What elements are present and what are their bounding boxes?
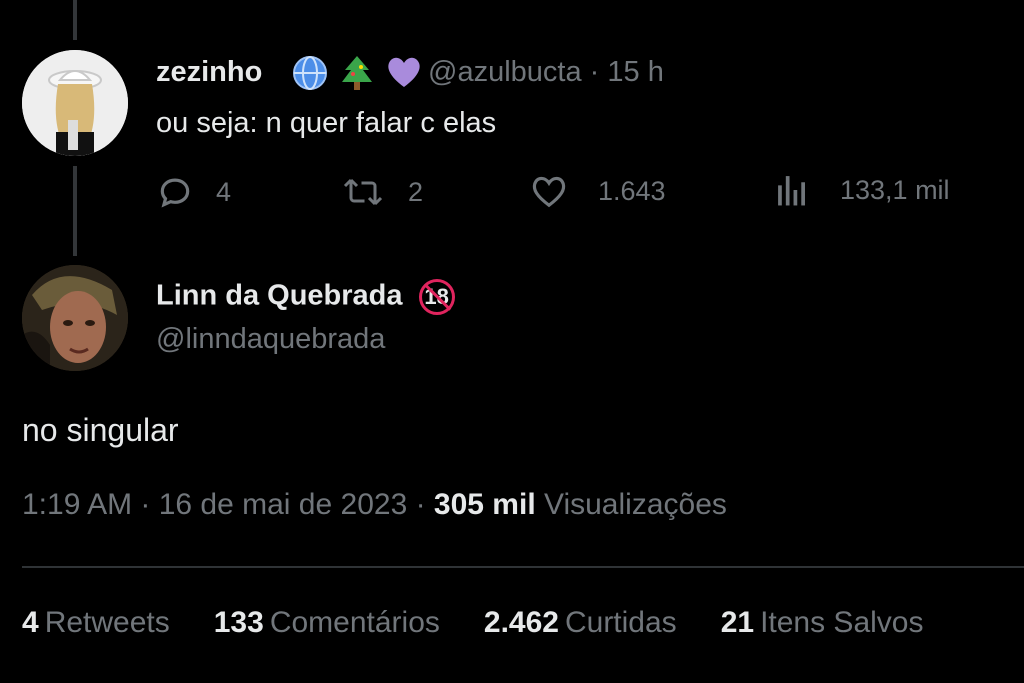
stat-likes[interactable]: 2.462 Curtidas	[484, 606, 677, 640]
tweet-metadata: 1:19 AM · 16 de mai de 2023 · 305 mil Vi…	[22, 488, 727, 522]
avatar-zezinho[interactable]	[22, 50, 128, 156]
avatar-linn[interactable]	[22, 265, 128, 371]
purple-heart-icon	[385, 54, 423, 97]
retweet-count: 2	[408, 176, 424, 207]
reply-text: ou seja: n quer falar c elas	[156, 107, 497, 139]
like-button[interactable]: 1.643	[530, 173, 666, 209]
reply-count: 4	[216, 176, 232, 207]
main-handle[interactable]: @linndaquebrada	[156, 323, 385, 356]
retweet-button[interactable]: 2	[342, 173, 423, 211]
stat-bookmarks[interactable]: 21 Itens Salvos	[721, 606, 924, 640]
stat-retweets[interactable]: 4 Retweets	[22, 606, 170, 640]
main-tweet-text: no singular	[22, 412, 179, 448]
main-author-name[interactable]: Linn da Quebrada 18	[156, 279, 455, 315]
globe-icon	[291, 54, 329, 97]
views-count-main: 305 mil	[433, 488, 536, 521]
stat-comments[interactable]: 133 Comentários	[214, 606, 440, 640]
engagement-stats: 4 Retweets 133 Comentários 2.462 Curtidas 2…	[22, 606, 967, 640]
retweet-icon	[343, 178, 383, 206]
tweet-timestamp[interactable]: 1:19 AM · 16 de mai de 2023 ·	[22, 488, 434, 521]
reply-handle-time[interactable]: @azulbucta · 15 h	[428, 56, 664, 89]
reply-author-name[interactable]: zezinho	[156, 56, 262, 89]
adult-content-badge-icon: 18	[418, 279, 455, 315]
thread-line-middle	[73, 166, 77, 256]
reply-icon	[160, 178, 190, 208]
divider	[22, 566, 1024, 568]
thread-line-top	[73, 0, 77, 40]
analytics-icon	[778, 176, 805, 206]
views-button[interactable]: 133,1 mil	[776, 173, 950, 207]
christmas-tree-icon	[339, 54, 375, 97]
reply-emojis	[287, 54, 423, 97]
reply-button[interactable]: 4	[156, 173, 231, 211]
views-count: 133,1 mil	[840, 174, 950, 205]
like-count: 1.643	[598, 175, 666, 206]
views-label: Visualizações	[535, 488, 727, 521]
heart-icon	[532, 176, 566, 208]
